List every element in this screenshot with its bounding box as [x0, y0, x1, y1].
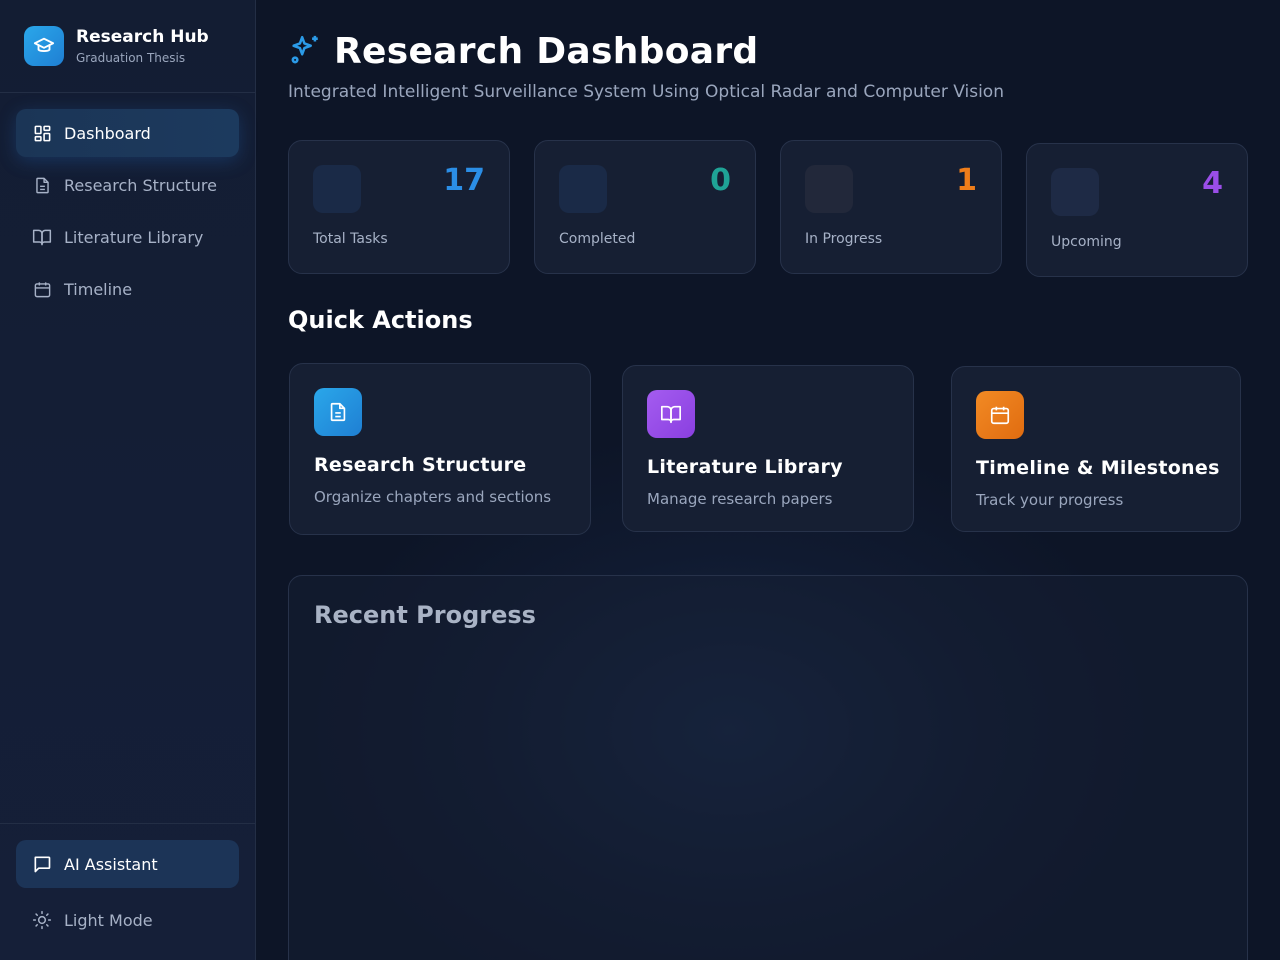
stat-card-total-tasks: 17 Total Tasks	[288, 140, 510, 274]
quick-action-research-structure[interactable]: Research Structure Organize chapters and…	[289, 363, 591, 535]
card-title: Research Structure	[314, 454, 527, 476]
stat-label: Total Tasks	[313, 231, 388, 247]
stat-value: 17	[443, 163, 485, 198]
quick-action-timeline-milestones[interactable]: Timeline & Milestones Track your progres…	[951, 366, 1241, 532]
sun-icon	[32, 910, 52, 930]
recent-progress-panel: Recent Progress	[288, 575, 1248, 960]
quick-action-literature-library[interactable]: Literature Library Manage research paper…	[622, 365, 914, 532]
book-icon	[647, 390, 695, 438]
document-icon	[314, 388, 362, 436]
graduation-cap-icon	[24, 26, 64, 66]
light-mode-toggle[interactable]: Light Mode	[16, 896, 239, 944]
stat-label: In Progress	[805, 231, 883, 247]
sidebar-footer: AI Assistant Light Mode	[0, 823, 255, 960]
stat-icon-placeholder	[805, 165, 853, 213]
light-mode-label: Light Mode	[64, 910, 153, 930]
sidebar-item-research-structure[interactable]: Research Structure	[16, 161, 239, 209]
stat-label: Completed	[559, 231, 636, 247]
quick-actions-title: Quick Actions	[288, 306, 473, 334]
stat-icon-placeholder	[559, 165, 607, 213]
book-icon	[32, 227, 52, 247]
sparkles-icon	[288, 33, 322, 71]
brand-title: Research Hub	[76, 27, 209, 47]
card-description: Organize chapters and sections	[314, 488, 552, 506]
card-description: Track your progress	[976, 491, 1124, 509]
sidebar: Research Hub Graduation Thesis Dashboard…	[0, 0, 256, 960]
stat-icon-placeholder	[1051, 168, 1099, 216]
page-title: Research Dashboard	[334, 31, 759, 72]
recent-progress-title: Recent Progress	[314, 601, 536, 629]
stat-card-completed: 0 Completed	[534, 140, 756, 274]
card-description: Manage research papers	[647, 490, 833, 508]
ai-assistant-button[interactable]: AI Assistant	[16, 840, 239, 888]
calendar-icon	[976, 391, 1024, 439]
sidebar-item-label: Timeline	[64, 279, 133, 299]
stat-card-upcoming: 4 Upcoming	[1026, 143, 1248, 277]
grid-icon	[32, 123, 52, 143]
document-icon	[32, 175, 52, 195]
brand: Research Hub Graduation Thesis	[0, 0, 255, 93]
stat-label: Upcoming	[1051, 234, 1122, 250]
sidebar-item-label: Research Structure	[64, 175, 217, 195]
card-title: Literature Library	[647, 456, 843, 478]
sidebar-item-dashboard[interactable]: Dashboard	[16, 109, 239, 157]
calendar-icon	[32, 279, 52, 299]
ai-assistant-label: AI Assistant	[64, 854, 158, 874]
sidebar-item-label: Dashboard	[64, 123, 151, 143]
stat-value: 0	[710, 163, 731, 198]
stat-icon-placeholder	[313, 165, 361, 213]
sidebar-item-timeline[interactable]: Timeline	[16, 265, 239, 313]
stat-card-in-progress: 1 In Progress	[780, 140, 1002, 274]
chat-icon	[32, 854, 52, 874]
sidebar-item-label: Literature Library	[64, 227, 204, 247]
brand-subtitle: Graduation Thesis	[76, 51, 186, 65]
card-title: Timeline & Milestones	[976, 457, 1220, 479]
stat-value: 1	[956, 163, 977, 198]
page-header: Research Dashboard	[288, 30, 758, 74]
stat-value: 4	[1202, 166, 1223, 201]
page-subtitle: Integrated Intelligent Surveillance Syst…	[288, 82, 1004, 102]
sidebar-item-literature-library[interactable]: Literature Library	[16, 213, 239, 261]
sidebar-nav: Dashboard Research Structure Literature …	[0, 93, 255, 313]
